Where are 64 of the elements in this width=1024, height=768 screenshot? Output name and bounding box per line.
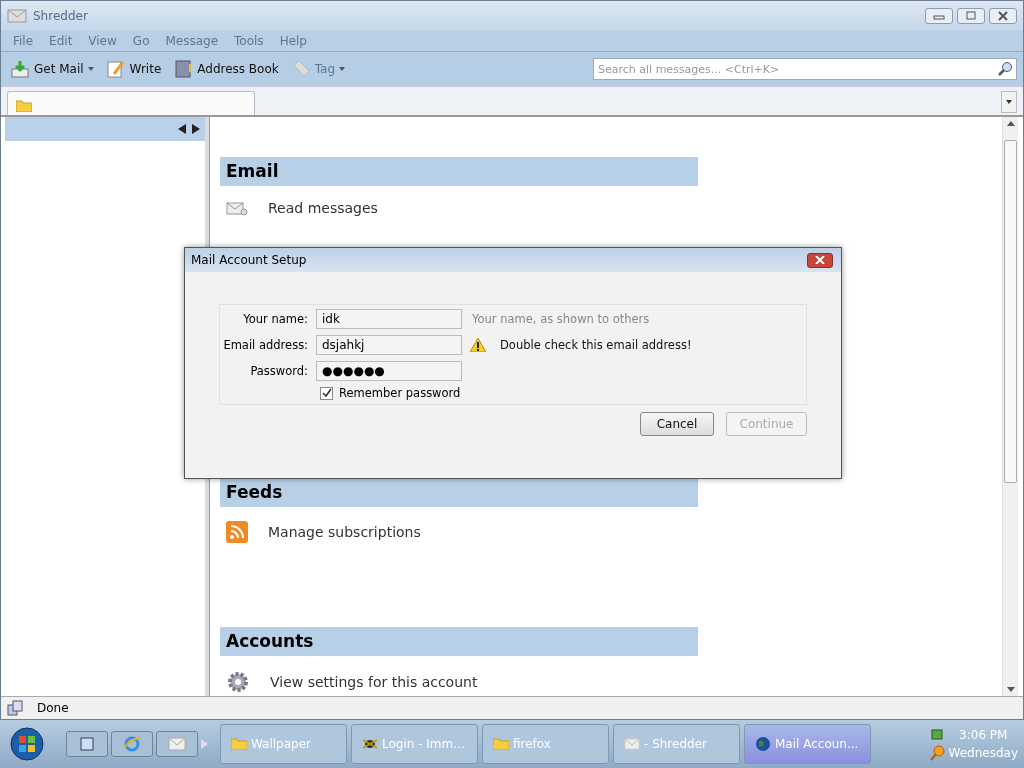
previous-arrow-icon[interactable] <box>176 122 188 136</box>
section-header: Accounts <box>220 627 698 656</box>
close-button[interactable] <box>807 252 833 268</box>
close-icon <box>815 256 825 264</box>
dialog-title: Mail Account Setup <box>191 253 307 267</box>
toolbar-button[interactable]: Get Mail <box>7 57 97 81</box>
scroll-up-icon[interactable] <box>1006 121 1015 126</box>
envelope-icon <box>7 9 27 23</box>
search-icon <box>997 61 1013 77</box>
folder-icon <box>16 100 32 112</box>
envelope-icon <box>226 200 248 216</box>
minimize-button[interactable] <box>925 8 953 24</box>
scroll-thumb[interactable] <box>1004 140 1017 483</box>
folder-icon <box>231 738 247 750</box>
inbox-download-icon <box>10 59 30 79</box>
action-link[interactable]: View settings for this account <box>270 674 478 690</box>
tab-list-button[interactable] <box>1001 91 1017 113</box>
desktop-icon[interactable] <box>66 731 108 757</box>
toolbar-button[interactable]: Write <box>102 57 165 81</box>
text-field[interactable]: dsjahkj <box>316 335 462 355</box>
status-text: Done <box>37 701 69 715</box>
taskbar-button[interactable]: Mail Accoun... <box>744 724 871 764</box>
dialog-button[interactable]: Cancel <box>640 412 714 436</box>
minimize-icon <box>933 12 945 20</box>
toolbar-button[interactable]: Address Book <box>170 57 282 81</box>
maximize-icon <box>965 11 977 21</box>
expand-arrow-icon[interactable] <box>201 739 208 749</box>
rss-feed-icon <box>226 521 248 543</box>
caret-icon <box>1006 100 1012 104</box>
search-field[interactable]: Search all messages... <Ctrl+K> <box>593 58 1017 80</box>
action-link[interactable]: Read messages <box>268 200 378 216</box>
browser-icon[interactable] <box>111 731 153 757</box>
taskbar-button[interactable]: Login - Imm... <box>351 724 478 764</box>
folder-tab[interactable] <box>7 91 255 115</box>
window-title: Shredder <box>33 9 88 23</box>
key-icon[interactable] <box>928 745 945 761</box>
book-icon <box>173 59 194 79</box>
next-arrow-icon[interactable] <box>190 122 202 136</box>
clock-day: Wednesday <box>948 746 1018 760</box>
taskbar-button[interactable]: Wallpaper <box>220 724 347 764</box>
field-label: Password: <box>249 364 308 378</box>
clock-time: 3:06 PM <box>959 728 1008 742</box>
taskbar-button[interactable]: - Shredder <box>613 724 740 764</box>
field-hint: Double check this email address! <box>500 338 692 352</box>
envelope-icon[interactable] <box>156 731 198 757</box>
folder-icon <box>493 738 509 750</box>
field-hint: Your name, as shown to others <box>472 312 650 326</box>
checkmark-icon <box>321 388 332 398</box>
pencil-paper-icon <box>105 59 126 79</box>
field-label: Email address: <box>222 338 308 352</box>
text-field[interactable]: idk <box>316 309 462 329</box>
close-icon <box>997 11 1009 21</box>
envelope-icon <box>624 738 640 750</box>
scroll-down-icon[interactable] <box>1006 687 1015 692</box>
close-button[interactable] <box>989 8 1017 24</box>
field-label: Your name: <box>242 312 308 326</box>
section-header: Feeds <box>220 478 698 507</box>
scrollbar[interactable] <box>1002 117 1018 696</box>
globe-icon <box>755 736 771 752</box>
text-field[interactable]: ●●●●●● <box>316 361 462 381</box>
section-header: Email <box>220 157 698 186</box>
remember-checkbox[interactable]: Remember password <box>320 386 806 400</box>
taskbar-button[interactable]: firefox <box>482 724 609 764</box>
action-link[interactable]: Manage subscriptions <box>268 524 421 540</box>
